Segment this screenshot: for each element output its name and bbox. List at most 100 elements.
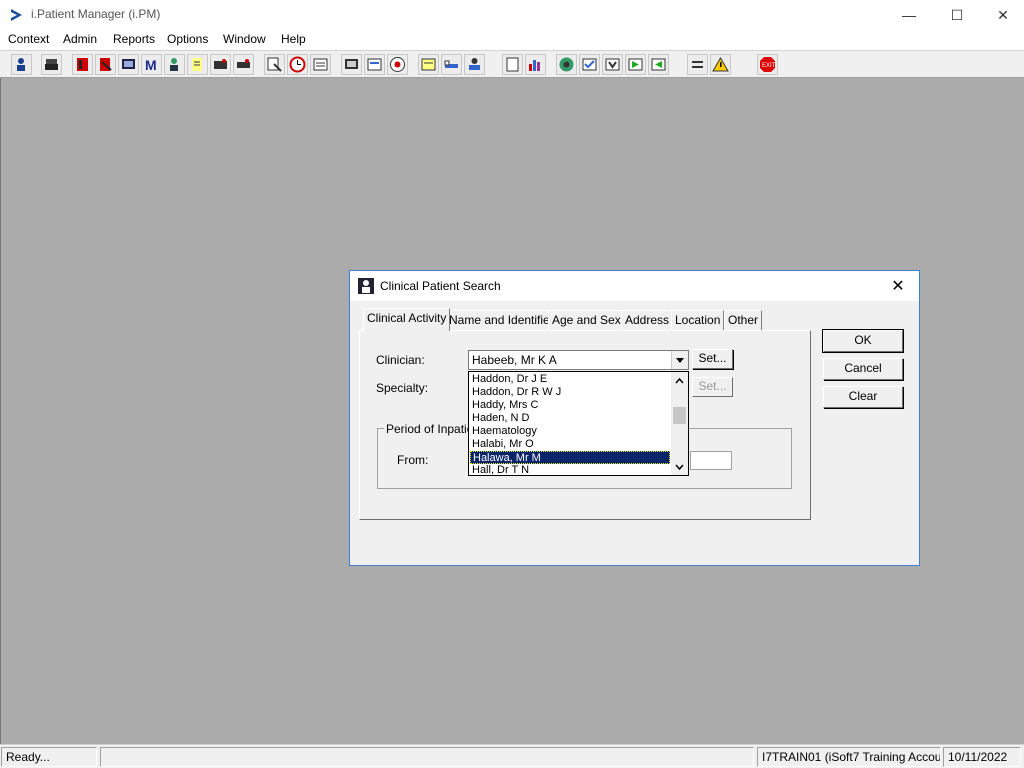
tb-clock[interactable] [287,54,308,75]
ok-button[interactable]: OK [822,329,904,353]
tab-address[interactable]: Address [621,310,674,330]
tb-task-green[interactable] [625,54,646,75]
clinician-value: Habeeb, Mr K A [472,353,557,367]
tb-swap[interactable] [687,54,708,75]
status-middle [100,747,754,767]
tb-form[interactable] [364,54,385,75]
form-icon [367,58,382,71]
status-date: 10/11/2022 [943,747,1021,767]
tb-task-green2[interactable] [648,54,669,75]
bed-icon [444,60,458,68]
tb-registration[interactable] [118,54,139,75]
menu-context[interactable]: Context [8,32,49,46]
tb-transfer[interactable] [233,54,254,75]
list-item[interactable]: Haddy, Mrs C [470,399,670,412]
title-bar: i.Patient Manager (i.PM) — ☐ ✕ [0,0,1024,30]
tb-ward[interactable] [464,54,485,75]
tb-search-record[interactable] [264,54,285,75]
clinician-set-button[interactable]: Set... [692,349,733,369]
chevron-up-icon [675,377,684,383]
tb-globe[interactable] [556,54,577,75]
task-green-icon [628,58,643,71]
minimize-button[interactable]: — [886,0,932,30]
from-date-input[interactable] [690,451,732,470]
clinician-dropdown-list[interactable]: Haddon, Dr J E Haddon, Dr R W J Haddy, M… [468,371,689,476]
notes-icon [192,58,202,71]
scroll-down-button[interactable] [671,458,688,475]
tb-book[interactable] [72,54,93,75]
tb-display[interactable] [341,54,362,75]
list-item[interactable]: Haddon, Dr J E [470,373,670,386]
close-button[interactable]: ✕ [980,0,1024,30]
target-icon [390,57,405,72]
book-icon [77,58,88,71]
menu-options[interactable]: Options [167,32,208,46]
list-icon [313,58,328,71]
clinician-dropdown-button[interactable] [671,351,688,369]
tb-report[interactable] [418,54,439,75]
checklist-icon [582,58,597,71]
toolbar: M EXIT [0,50,1024,78]
specialty-set-button[interactable]: Set... [692,377,733,397]
document-edit-icon [100,58,112,71]
warning-icon [712,56,729,72]
menu-window[interactable]: Window [223,32,266,46]
tb-list[interactable] [310,54,331,75]
scroll-up-button[interactable] [671,372,688,389]
tb-task-down[interactable] [602,54,623,75]
tb-person[interactable] [164,54,185,75]
tb-checklist[interactable] [579,54,600,75]
maximize-icon: ☐ [950,6,964,23]
tb-patient-search[interactable] [11,54,32,75]
tb-print[interactable] [41,54,62,75]
registration-icon [122,59,135,69]
maximize-button[interactable]: ☐ [934,0,980,30]
tab-name-and-identifier[interactable]: Name and Identifier [445,310,558,330]
tab-age-and-sex[interactable]: Age and Sex [548,310,625,330]
tab-other[interactable]: Other [724,310,763,330]
svg-text:EXIT: EXIT [762,63,776,69]
report-icon [421,58,436,71]
exit-icon: EXIT [760,57,776,72]
list-item[interactable]: Halabi, Mr O [470,438,670,451]
tb-bed[interactable] [441,54,462,75]
tab-clinical-activity[interactable]: Clinical Activity [363,308,451,331]
scroll-thumb[interactable] [673,407,686,424]
ward-icon [469,58,480,70]
tb-warning[interactable] [710,54,731,75]
list-item[interactable]: Haddon, Dr R W J [470,386,670,399]
print-icon [45,59,58,70]
dialog-close-button[interactable]: ✕ [886,275,910,297]
svg-text:M: M [145,57,157,73]
menu-reports[interactable]: Reports [113,32,155,46]
tb-m-letter[interactable]: M [141,54,162,75]
menu-bar: Context Admin Reports Options Window Hel… [0,30,1024,50]
m-letter-icon: M [145,57,157,73]
tb-target[interactable] [387,54,408,75]
clock-icon [289,56,306,73]
page-icon [506,57,519,72]
tab-location[interactable]: Location [671,310,725,330]
list-item[interactable]: Haden, N D [470,412,670,425]
close-icon: ✕ [891,278,905,295]
display-icon [345,59,358,69]
cancel-button[interactable]: Cancel [823,358,903,380]
task-green2-icon [651,58,666,71]
tb-notes[interactable] [187,54,208,75]
menu-help[interactable]: Help [281,32,306,46]
list-item[interactable]: Haematology [470,425,670,438]
search-record-icon [267,57,282,72]
clear-button[interactable]: Clear [823,386,903,408]
status-bar: Ready... I7TRAIN01 (iSoft7 Training Acco… [0,744,1024,768]
clinician-label: Clinician: [376,353,425,367]
tb-document-edit[interactable] [95,54,116,75]
list-item-selected[interactable]: Halawa, Mr M [470,451,670,464]
tb-bar-chart[interactable] [525,54,546,75]
list-item[interactable]: Hall, Dr T N [470,464,670,475]
tb-referral[interactable] [210,54,231,75]
dropdown-scrollbar[interactable] [671,372,688,475]
tb-exit[interactable]: EXIT [757,54,778,75]
menu-admin[interactable]: Admin [63,32,97,46]
clinician-combobox[interactable]: Habeeb, Mr K A [468,350,689,370]
tb-page[interactable] [502,54,523,75]
